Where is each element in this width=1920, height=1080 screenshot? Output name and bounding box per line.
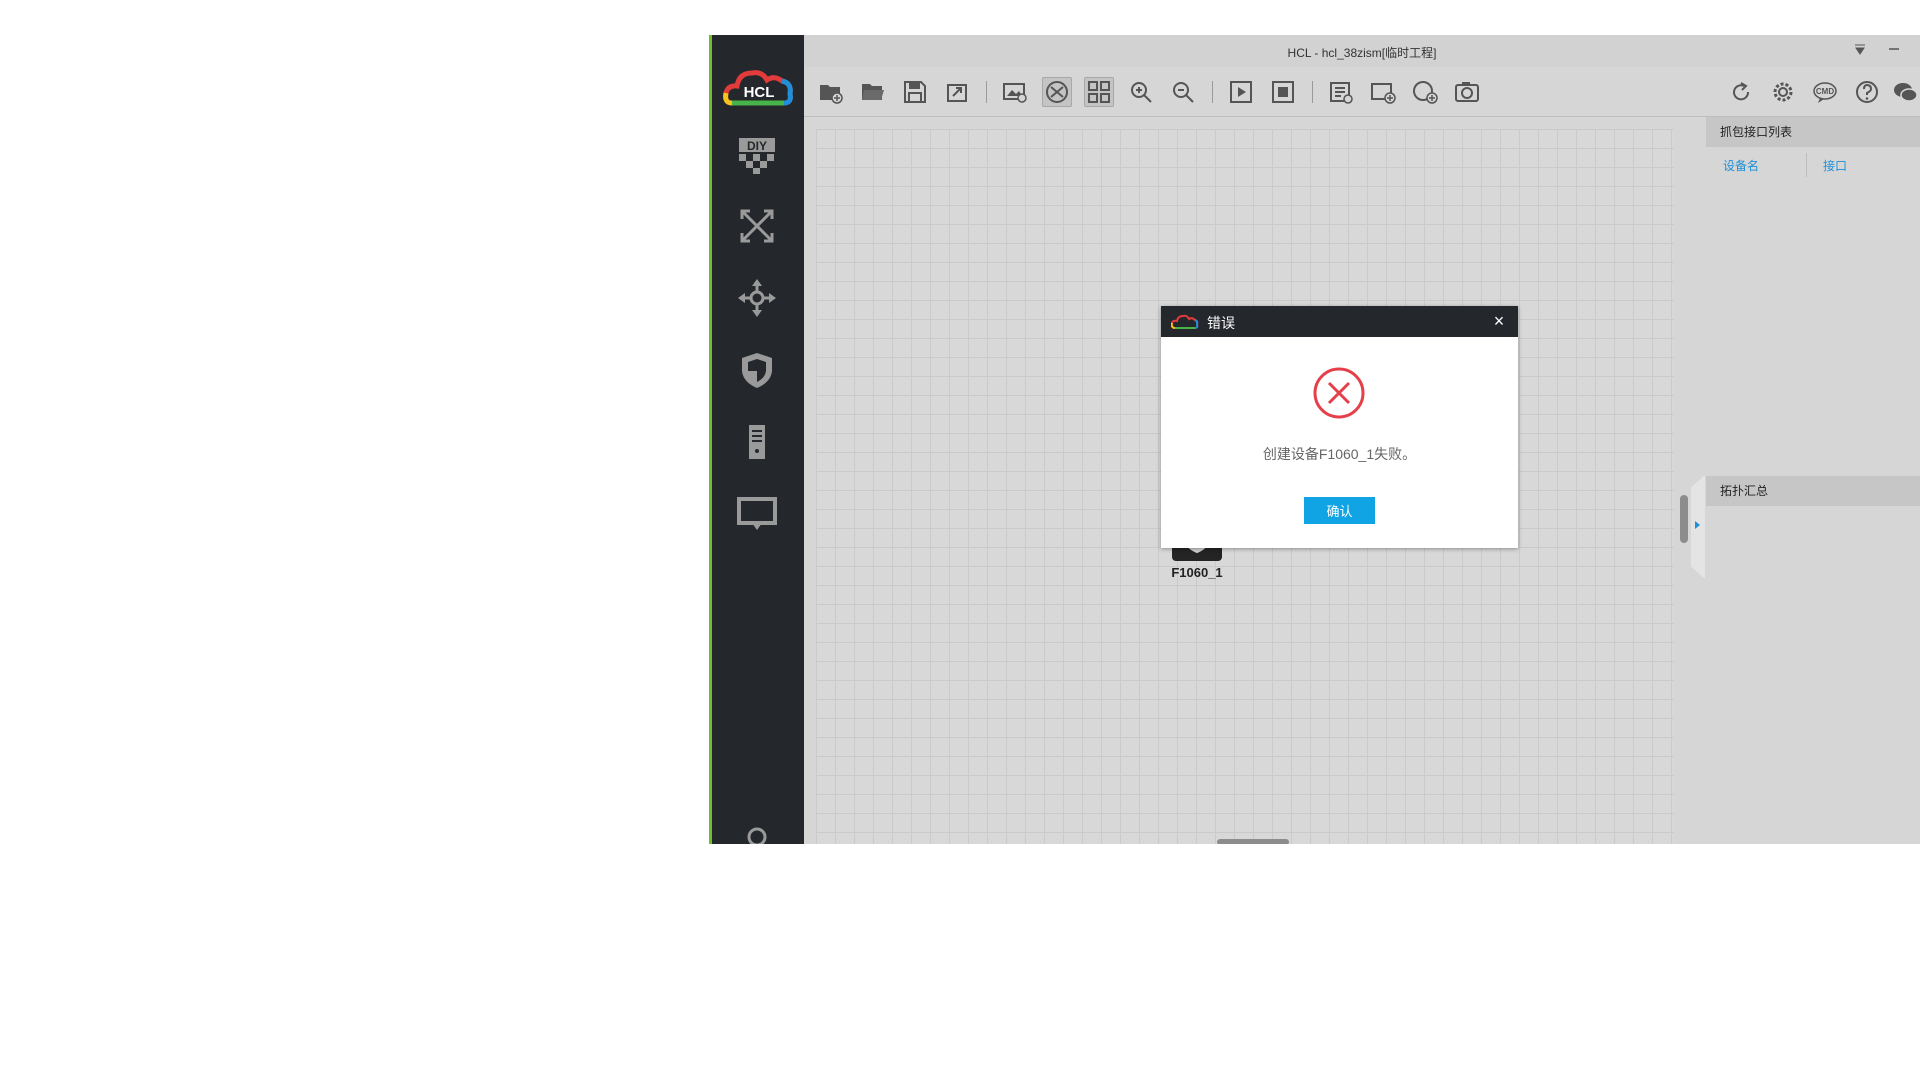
column-device-name[interactable]: 设备名 [1723, 157, 1759, 174]
router-arrows-icon [738, 279, 776, 317]
cmd-icon[interactable]: CMD [1810, 77, 1840, 107]
dialog-message: 创建设备F1060_1失败。 [1262, 446, 1417, 462]
sidebar-item-terminal[interactable] [734, 419, 780, 465]
zoom-in-icon[interactable] [1126, 77, 1156, 107]
sidebar-item-switch[interactable] [734, 203, 780, 249]
diy-icon: DIY [739, 138, 775, 174]
hcl-cloud-icon [1170, 313, 1199, 331]
svg-text:DIY: DIY [747, 139, 767, 153]
pc-tower-icon [749, 425, 765, 459]
toolbar-separator [1212, 81, 1213, 103]
topology-summary-header: 拓扑汇总 [1706, 476, 1920, 506]
window-title: HCL - hcl_38zism[临时工程] [1287, 46, 1437, 60]
new-project-icon[interactable] [816, 77, 846, 107]
import-image-icon[interactable] [1000, 77, 1030, 107]
refresh-icon[interactable] [1726, 77, 1756, 107]
sidebar-item-connection[interactable] [734, 491, 780, 537]
close-icon[interactable]: × [1488, 310, 1510, 332]
monitor-icon [737, 497, 777, 530]
title-bar: HCL - hcl_38zism[临时工程] [804, 35, 1920, 67]
search-icon [747, 827, 767, 844]
horizontal-scrollbar[interactable] [1217, 839, 1289, 844]
sidebar-item-router[interactable] [734, 275, 780, 321]
menu-down-icon[interactable] [1850, 41, 1870, 61]
column-divider [1806, 153, 1807, 177]
add-rect-icon[interactable] [1368, 77, 1398, 107]
right-panel: 抓包接口列表 设备名 接口 拓扑汇总 [1706, 117, 1920, 844]
add-ellipse-icon[interactable] [1410, 77, 1440, 107]
vertical-scrollbar[interactable] [1680, 495, 1688, 543]
start-all-icon[interactable] [1226, 77, 1256, 107]
dialog-title-bar: 错误 × [1161, 306, 1518, 337]
chevron-right-icon [1695, 521, 1700, 529]
toolbar-separator [986, 81, 987, 103]
grid-view-icon[interactable] [1084, 77, 1114, 107]
error-x-circle-icon [1312, 366, 1366, 420]
minimize-icon[interactable] [1884, 41, 1904, 61]
export-icon[interactable] [942, 77, 972, 107]
svg-text:HCL: HCL [744, 84, 775, 101]
topology-view-icon[interactable] [1042, 77, 1072, 107]
capture-interface-list-header: 抓包接口列表 [1706, 117, 1920, 147]
dialog-title: 错误 [1207, 315, 1235, 331]
svg-text:CMD: CMD [1816, 87, 1834, 96]
open-folder-icon[interactable] [858, 77, 888, 107]
toolbar-separator [1312, 81, 1313, 103]
help-icon[interactable] [1852, 77, 1882, 107]
wechat-icon[interactable] [1890, 77, 1920, 107]
switch-arrows-icon [740, 209, 774, 243]
zoom-out-icon[interactable] [1168, 77, 1198, 107]
toolbar: CMD [804, 67, 1920, 117]
sidebar-item-diy[interactable]: DIY [734, 131, 780, 177]
sidebar-item-security[interactable] [734, 347, 780, 393]
error-dialog: 错误 × 创建设备F1060_1失败。 确认 [1161, 306, 1518, 548]
device-label: F1060_1 [1171, 565, 1223, 580]
confirm-button[interactable]: 确认 [1304, 497, 1375, 524]
save-icon[interactable] [900, 77, 930, 107]
column-interface[interactable]: 接口 [1823, 157, 1847, 174]
device-sidebar: HCL DIY [709, 35, 804, 844]
shield-icon [742, 353, 772, 388]
screenshot-icon[interactable] [1452, 77, 1482, 107]
text-note-icon[interactable] [1326, 77, 1356, 107]
sidebar-bottom-icon[interactable] [734, 805, 780, 844]
hcl-logo: HCL [722, 63, 796, 113]
settings-icon[interactable] [1768, 77, 1798, 107]
stop-all-icon[interactable] [1268, 77, 1298, 107]
